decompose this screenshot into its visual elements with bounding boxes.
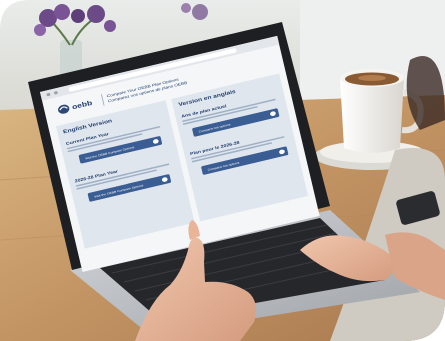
photo-scene: oebb Compare Your OEBB Plan Options Comp…	[0, 0, 445, 341]
photo-frame: oebb Compare Your OEBB Plan Options Comp…	[0, 0, 445, 341]
